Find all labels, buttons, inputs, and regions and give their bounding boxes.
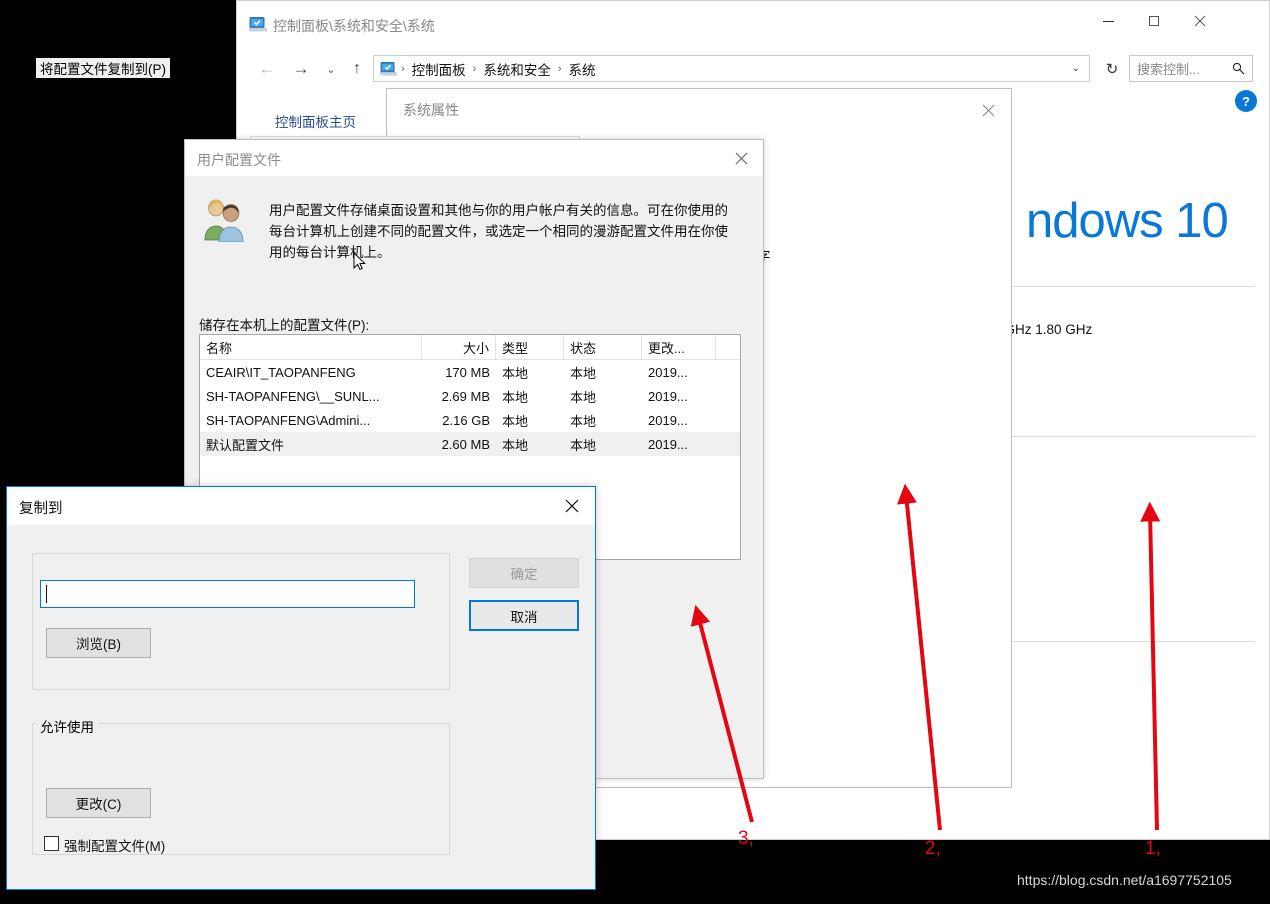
- close-button[interactable]: [1177, 1, 1223, 41]
- text-caret: [46, 585, 47, 603]
- cell-type: 本地: [502, 389, 529, 405]
- breadcrumb-separator: ›: [401, 62, 405, 75]
- close-button[interactable]: [549, 487, 595, 525]
- cell-modified: 2019...: [648, 364, 688, 380]
- cell-status: 本地: [570, 365, 597, 381]
- column-header-size[interactable]: 大小: [422, 335, 496, 359]
- cell-type: 本地: [502, 365, 529, 381]
- search-input[interactable]: 搜索控制...: [1137, 59, 1200, 78]
- breadcrumb-item-system[interactable]: 系统: [566, 59, 599, 79]
- divider: [1007, 436, 1255, 437]
- browse-button[interactable]: 浏览(B): [46, 628, 151, 658]
- breadcrumb-separator: ›: [472, 62, 477, 75]
- window-title: 控制面板\系统和安全\系统: [273, 18, 435, 34]
- navigation-bar: ← → ⌄ ↑ › 控制面板 › 系统和安全 › 系统 ⌄ ↻ 搜索控制...: [237, 47, 1269, 91]
- minimize-icon: [1102, 20, 1114, 22]
- search-box[interactable]: 搜索控制...: [1129, 55, 1253, 82]
- cell-status: 本地: [570, 437, 597, 453]
- copy-to-cancel-button[interactable]: 取消: [469, 600, 579, 631]
- minimize-button[interactable]: [1085, 1, 1131, 41]
- mandatory-profile-checkbox[interactable]: [44, 836, 59, 851]
- help-button[interactable]: ?: [1235, 90, 1257, 112]
- maximize-icon: [1149, 16, 1159, 26]
- divider: [1007, 641, 1255, 642]
- close-icon: [1194, 15, 1206, 27]
- address-bar[interactable]: › 控制面板 › 系统和安全 › 系统 ⌄: [373, 55, 1090, 82]
- table-row[interactable]: 默认配置文件 2.60 MB 本地 本地 2019...: [200, 432, 740, 456]
- copy-to-title: 复制到: [19, 501, 63, 517]
- profiles-list-label: 储存在本机上的配置文件(P):: [199, 318, 370, 333]
- table-row[interactable]: SH-TAOPANFENG\__SUNL... 2.69 MB 本地 本地 20…: [200, 384, 740, 408]
- user-profiles-description: 用户配置文件存储桌面设置和其他与你的用户帐户有关的信息。可在你使用的每台计算机上…: [269, 203, 728, 260]
- breadcrumb-separator: ›: [557, 62, 562, 75]
- column-header-modified[interactable]: 更改...: [642, 335, 716, 359]
- system-properties-titlebar: 系统属性: [387, 89, 1011, 131]
- cell-name: SH-TAOPANFENG\Admini...: [206, 412, 371, 428]
- annotation-number-3: 3,: [738, 828, 754, 849]
- windows-brand-logo: ndows 10: [1026, 194, 1229, 248]
- cell-name: SH-TAOPANFENG\__SUNL...: [206, 388, 380, 404]
- cell-status: 本地: [570, 389, 597, 405]
- column-header-status[interactable]: 状态: [564, 335, 642, 359]
- cell-modified: 2019...: [648, 388, 688, 404]
- user-profiles-titlebar: 用户配置文件: [185, 140, 763, 176]
- destination-groupbox: [32, 553, 450, 690]
- window-titlebar: 控制面板\系统和安全\系统: [237, 1, 1269, 47]
- cell-type: 本地: [502, 437, 529, 453]
- close-icon: [735, 152, 747, 164]
- cell-size: 2.16 GB: [442, 412, 490, 428]
- computer-icon: [249, 17, 267, 32]
- users-icon: [204, 199, 244, 242]
- watermark: https://blog.csdn.net/a1697752105: [1017, 872, 1232, 888]
- back-button[interactable]: ←: [255, 57, 279, 81]
- copy-to-dialog: 复制到: [6, 486, 596, 890]
- annotation-number-2: 2,: [925, 838, 941, 859]
- cell-name: 默认配置文件: [206, 437, 285, 453]
- refresh-button[interactable]: ↻: [1099, 55, 1125, 82]
- cell-name: CEAIR\IT_TAOPANFENG: [206, 364, 356, 380]
- listview-header: 名称 大小 类型 状态 更改...: [200, 335, 740, 360]
- table-row[interactable]: SH-TAOPANFENG\Admini... 2.16 GB 本地 本地 20…: [200, 408, 740, 432]
- mandatory-profile-label: 强制配置文件(M): [64, 839, 166, 854]
- close-icon: [565, 499, 579, 513]
- destination-groupbox-label: 将配置文件复制到(P): [36, 58, 170, 78]
- cell-status: 本地: [570, 413, 597, 429]
- column-header-name[interactable]: 名称: [200, 335, 422, 359]
- divider: [1007, 286, 1255, 287]
- cell-modified: 2019...: [648, 412, 688, 428]
- close-icon: [982, 104, 994, 116]
- mouse-cursor-icon: [353, 252, 366, 271]
- recent-locations-button[interactable]: ⌄: [319, 57, 343, 81]
- column-header-type[interactable]: 类型: [496, 335, 564, 359]
- system-properties-title: 系统属性: [403, 102, 459, 118]
- table-row[interactable]: CEAIR\IT_TAOPANFENG 170 MB 本地 本地 2019...: [200, 360, 740, 384]
- cell-size: 170 MB: [445, 364, 490, 380]
- destination-path-input[interactable]: [40, 580, 415, 608]
- change-permission-button[interactable]: 更改(C): [46, 788, 151, 818]
- cell-type: 本地: [502, 413, 529, 429]
- annotation-number-1: 1,: [1145, 838, 1161, 859]
- close-button[interactable]: [719, 140, 763, 176]
- user-profiles-title: 用户配置文件: [197, 152, 281, 168]
- chevron-down-icon[interactable]: ⌄: [1072, 63, 1080, 74]
- search-icon: [1232, 62, 1245, 75]
- copy-to-ok-button[interactable]: 确定: [469, 558, 579, 588]
- control-panel-home-link[interactable]: 控制面板主页: [275, 111, 356, 131]
- maximize-button[interactable]: [1131, 1, 1177, 41]
- breadcrumb-item-control-panel[interactable]: 控制面板: [409, 59, 469, 79]
- copy-to-titlebar: 复制到: [7, 487, 595, 525]
- up-button[interactable]: ↑: [345, 57, 369, 81]
- cell-modified: 2019...: [648, 436, 688, 452]
- permitted-to-use-groupbox-label: 允许使用: [36, 716, 98, 736]
- close-button[interactable]: [965, 89, 1011, 131]
- breadcrumb-item-system-security[interactable]: 系统和安全: [480, 59, 554, 79]
- cell-size: 2.60 MB: [441, 436, 490, 452]
- cell-size: 2.69 MB: [441, 388, 490, 404]
- computer-icon: [380, 61, 397, 75]
- forward-button[interactable]: →: [289, 57, 313, 81]
